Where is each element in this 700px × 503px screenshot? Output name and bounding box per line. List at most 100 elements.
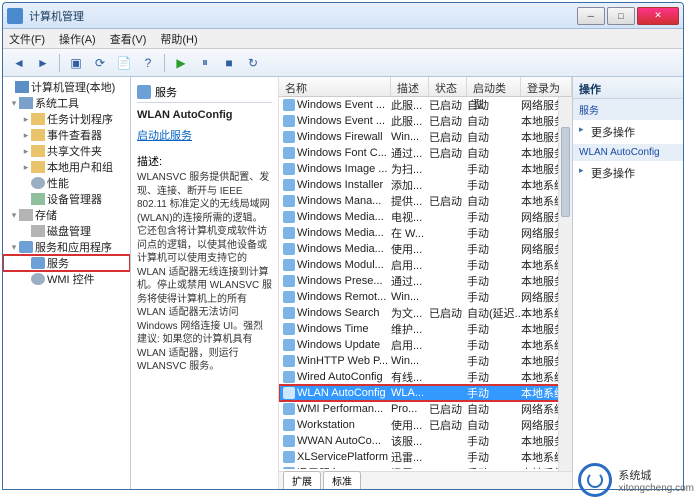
pause-icon[interactable]: ⏸ <box>195 53 215 73</box>
service-row[interactable]: Windows Prese...通过...手动本地服务 <box>279 273 572 289</box>
separator <box>59 54 60 72</box>
forward-icon[interactable]: ► <box>33 53 53 73</box>
service-icon <box>283 275 295 287</box>
service-icon <box>283 339 295 351</box>
logo-icon <box>578 463 612 497</box>
start-service-link[interactable]: 启动此服务 <box>137 127 272 143</box>
back-icon[interactable]: ◄ <box>9 53 29 73</box>
menu-file[interactable]: 文件(F) <box>9 31 45 47</box>
service-icon <box>283 323 295 335</box>
tree-root[interactable]: 计算机管理(本地) <box>3 79 130 95</box>
service-row[interactable]: Windows Event ...此服...已启动自动网络服务 <box>279 97 572 113</box>
service-icon <box>283 259 295 271</box>
service-icon <box>283 419 295 431</box>
menu-view[interactable]: 查看(V) <box>110 31 147 47</box>
description-label: 描述: <box>137 153 272 169</box>
tree-item[interactable]: ▸本地用户和组 <box>3 159 130 175</box>
tree-group-services[interactable]: ▾服务和应用程序 <box>3 239 130 255</box>
col-desc[interactable]: 描述 <box>391 77 429 96</box>
play-icon[interactable]: ▶ <box>171 53 191 73</box>
service-icon <box>283 435 295 447</box>
tab-extended[interactable]: 扩展 <box>283 471 321 489</box>
service-row[interactable]: WMI Performan...Pro...已启动自动网络系统 <box>279 401 572 417</box>
service-row[interactable]: Windows Search为文...已启动自动(延迟...本地系统 <box>279 305 572 321</box>
window-title: 计算机管理 <box>29 8 577 24</box>
col-acct[interactable]: 登录为 <box>521 77 572 96</box>
service-row[interactable]: Windows Event ...此服...已启动自动本地服务 <box>279 113 572 129</box>
minimize-button[interactable]: ─ <box>577 7 605 25</box>
close-button[interactable]: ✕ <box>637 7 679 25</box>
service-row[interactable]: XLServicePlatform迅雷...手动本地系统 <box>279 449 572 465</box>
service-icon <box>283 227 295 239</box>
maximize-button[interactable]: □ <box>607 7 635 25</box>
service-row[interactable]: Windows FirewallWin...已启动自动本地服务 <box>279 129 572 145</box>
show-hide-icon[interactable]: ▣ <box>66 53 86 73</box>
tree-item[interactable]: ▸事件查看器 <box>3 127 130 143</box>
list-header[interactable]: 名称 描述 状态 启动类型 登录为 <box>279 77 572 97</box>
scroll-thumb[interactable] <box>561 127 570 217</box>
menu-action[interactable]: 操作(A) <box>59 31 96 47</box>
service-icon <box>283 131 295 143</box>
app-icon <box>7 8 23 24</box>
col-state[interactable]: 状态 <box>429 77 467 96</box>
service-row[interactable]: Windows Remot...Win...手动网络服务 <box>279 289 572 305</box>
col-start[interactable]: 启动类型 <box>467 77 521 96</box>
watermark: 系统城 xitongcheng.com <box>578 463 694 497</box>
tree-item[interactable]: ▸共享文件夹 <box>3 143 130 159</box>
tree-item[interactable]: 磁盘管理 <box>3 223 130 239</box>
more-actions-link[interactable]: 更多操作 <box>573 161 683 185</box>
service-icon <box>283 179 295 191</box>
service-row[interactable]: WLAN AutoConfigWLA...手动本地系统 <box>279 385 572 401</box>
service-row[interactable]: Windows Mana...提供...已启动自动本地系统 <box>279 193 572 209</box>
service-icon <box>283 371 295 383</box>
service-row[interactable]: Wired AutoConfig有线...手动本地系统 <box>279 369 572 385</box>
service-name: WLAN AutoConfig <box>137 109 272 121</box>
service-icon <box>283 195 295 207</box>
titlebar[interactable]: 计算机管理 ─ □ ✕ <box>3 3 683 29</box>
tab-standard[interactable]: 标准 <box>323 471 361 489</box>
export-icon[interactable]: 📄 <box>114 53 134 73</box>
more-actions-link[interactable]: 更多操作 <box>573 120 683 144</box>
detail-pane: 服务 WLAN AutoConfig 启动此服务 描述: WLANSVC 服务提… <box>131 77 279 489</box>
restart-icon[interactable]: ↻ <box>243 53 263 73</box>
watermark-url: xitongcheng.com <box>618 483 694 494</box>
service-icon <box>283 355 295 367</box>
service-row[interactable]: Windows Font C...通过...已启动自动本地服务 <box>279 145 572 161</box>
nav-tree[interactable]: 计算机管理(本地) ▾系统工具 ▸任务计划程序 ▸事件查看器 ▸共享文件夹 ▸本… <box>3 77 131 489</box>
service-row[interactable]: Windows Media...在 W...手动网络服务 <box>279 225 572 241</box>
service-icon <box>283 99 295 111</box>
tree-item-services[interactable]: 服务 <box>3 255 130 271</box>
service-row[interactable]: Windows Update启用...手动本地系统 <box>279 337 572 353</box>
tree-group-system[interactable]: ▾系统工具 <box>3 95 130 111</box>
tree-item[interactable]: ▸任务计划程序 <box>3 111 130 127</box>
pane-title: 服务 <box>155 84 177 100</box>
service-row[interactable]: 迅雷服务讯雷...手动本地系统 <box>279 465 572 469</box>
service-row[interactable]: Windows Media...电视...手动网络服务 <box>279 209 572 225</box>
col-name[interactable]: 名称 <box>279 77 391 96</box>
stop-icon[interactable]: ■ <box>219 53 239 73</box>
service-icon <box>283 115 295 127</box>
scrollbar[interactable] <box>558 97 572 471</box>
service-row[interactable]: Windows Image ...为扫...手动本地服务 <box>279 161 572 177</box>
service-row[interactable]: Windows Installer添加...手动本地系统 <box>279 177 572 193</box>
actions-pane: 操作 服务 更多操作 WLAN AutoConfig 更多操作 <box>573 77 683 489</box>
service-list: 名称 描述 状态 启动类型 登录为 Windows Event ...此服...… <box>279 77 572 489</box>
service-icon <box>283 467 295 469</box>
tree-item[interactable]: 设备管理器 <box>3 191 130 207</box>
separator <box>164 54 165 72</box>
refresh-icon[interactable]: ⟳ <box>90 53 110 73</box>
service-row[interactable]: WinHTTP Web P...Win...手动本地服务 <box>279 353 572 369</box>
service-row[interactable]: Workstation使用...已启动自动网络服务 <box>279 417 572 433</box>
tree-item[interactable]: 性能 <box>3 175 130 191</box>
list-rows[interactable]: Windows Event ...此服...已启动自动网络服务Windows E… <box>279 97 572 469</box>
menu-help[interactable]: 帮助(H) <box>160 31 197 47</box>
toolbar: ◄ ► ▣ ⟳ 📄 ? ▶ ⏸ ■ ↻ <box>3 49 683 77</box>
tree-item[interactable]: WMI 控件 <box>3 271 130 287</box>
service-row[interactable]: Windows Modul...启用...手动本地系统 <box>279 257 572 273</box>
service-row[interactable]: WWAN AutoCo...该服...手动本地服务 <box>279 433 572 449</box>
service-icon <box>283 211 295 223</box>
help-icon[interactable]: ? <box>138 53 158 73</box>
tree-group-storage[interactable]: ▾存储 <box>3 207 130 223</box>
service-row[interactable]: Windows Media...使用...手动网络服务 <box>279 241 572 257</box>
service-row[interactable]: Windows Time维护...手动本地服务 <box>279 321 572 337</box>
